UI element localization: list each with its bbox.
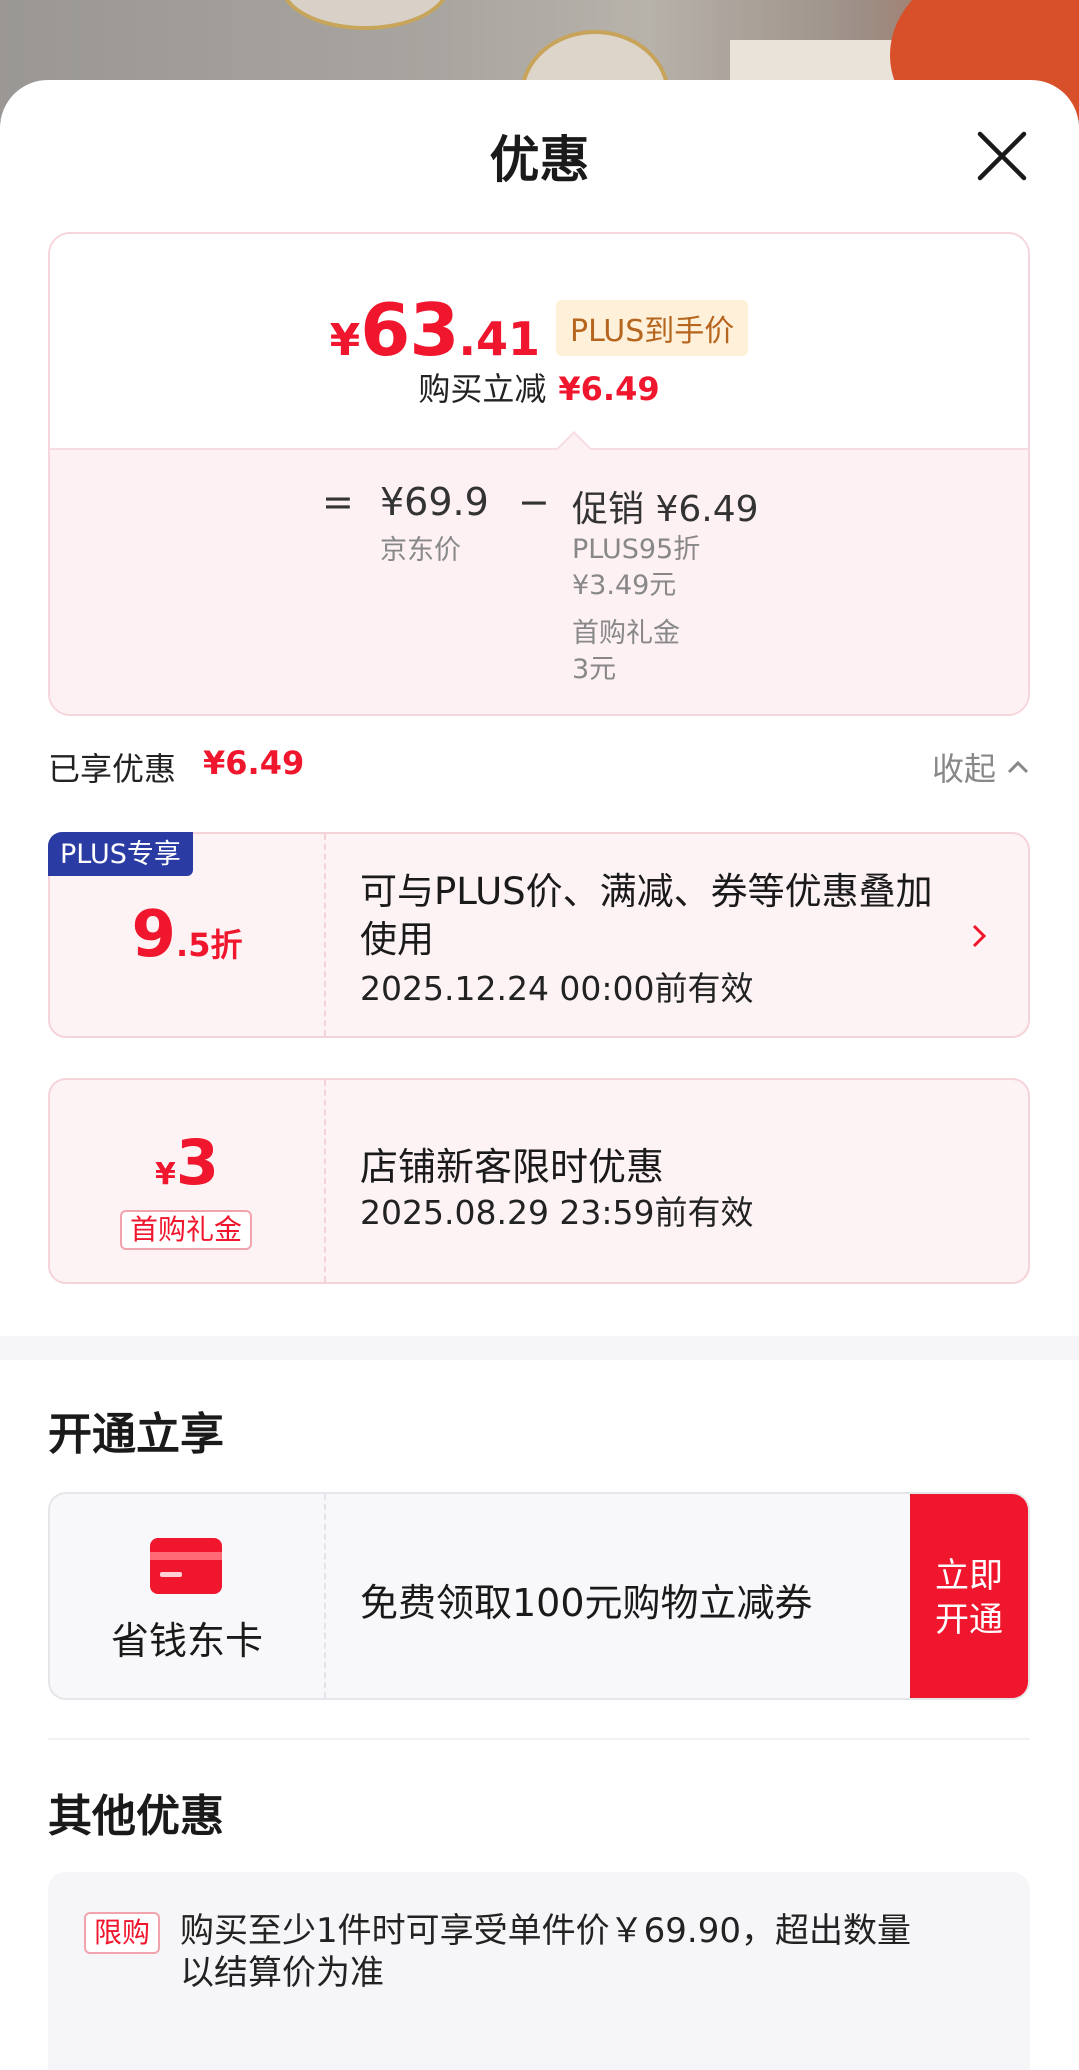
first-purchase-coupon: ¥3 首购礼金 店铺新客限时优惠 2025.08.29 23:59前有效 — [48, 1078, 1030, 1284]
plus-exclusive-tag: PLUS专享 — [48, 832, 193, 876]
promo-item-name: 首购礼金 — [572, 618, 680, 649]
collapse-button[interactable]: 收起 — [932, 744, 1030, 790]
promo-item-amount: 3元 — [572, 654, 617, 685]
promo-item-name: PLUS95折 — [572, 534, 701, 565]
section-divider — [0, 1336, 1079, 1360]
coupon-amount: ¥3 — [154, 1126, 219, 1199]
minus-sign: − — [518, 480, 550, 524]
card-name: 省钱东卡 — [110, 1619, 263, 1663]
coupon-title: 可与PLUS价、满减、券等优惠叠加使用 — [360, 870, 933, 961]
discount-value: 9.5折 — [131, 898, 243, 972]
membership-card-offer: 省钱东卡 免费领取100元购物立减券 立即 开通 — [48, 1492, 1030, 1700]
open-now-button[interactable]: 立即 开通 — [910, 1494, 1028, 1698]
coupon-expiry: 2025.12.24 00:00前有效 — [360, 969, 754, 1008]
card-icon — [150, 1538, 222, 1594]
chevron-up-icon — [1007, 760, 1029, 774]
promo-breakdown: 促销 ¥6.49 PLUS95折 ¥3.49元 首购礼金 3元 — [572, 480, 759, 688]
equals-sign: = — [322, 480, 354, 524]
card-description: 免费领取100元购物立减券 — [360, 1581, 813, 1625]
sheet-title: 优惠 — [489, 131, 590, 189]
coupon-title: 店铺新客限时优惠 — [360, 1145, 665, 1189]
limit-description: 购买至少1件时可享受单件价￥69.90，超出数量以结算价为准 — [180, 1911, 911, 1993]
purchase-reduction: 购买立减 ¥6.49 — [418, 370, 660, 408]
jd-price: ¥69.9 京东价 — [380, 480, 489, 566]
enjoyed-amount: ¥6.49 — [203, 744, 305, 782]
coupon-expiry: 2025.08.29 23:59前有效 — [360, 1193, 754, 1232]
promo-item-amount: ¥3.49元 — [572, 570, 677, 601]
final-price: ¥63.41 — [329, 288, 540, 372]
enjoyed-discount-row: 已享优惠 ¥6.49 收起 — [48, 744, 1030, 790]
limit-tag: 限购 — [84, 1912, 161, 1954]
other-section-title: 其他优惠 — [48, 1791, 224, 1842]
plus-price-badge: PLUS到手价 — [556, 300, 749, 356]
open-section-title: 开通立享 — [48, 1409, 224, 1460]
chevron-right-icon[interactable] — [968, 918, 992, 954]
price-summary-card: ¥63.41 PLUS到手价 购买立减 ¥6.49 = ¥69.9 京东价 − 促… — [48, 232, 1030, 716]
plus-discount-coupon[interactable]: PLUS专享 9.5折 可与PLUS价、满减、券等优惠叠加使用 2025.12.… — [48, 832, 1030, 1038]
divider — [48, 1738, 1030, 1740]
discount-sheet: 优惠 ¥63.41 PLUS到手价 购买立减 ¥6.49 = ¥69.9 京东价 … — [0, 80, 1079, 2070]
enjoyed-label: 已享优惠 — [48, 750, 177, 788]
first-purchase-tag: 首购礼金 — [120, 1210, 253, 1250]
other-offers-box: 限购 购买至少1件时可享受单件价￥69.90，超出数量以结算价为准 — [48, 1872, 1030, 2070]
close-icon[interactable] — [972, 126, 1032, 186]
price-breakdown: = ¥69.9 京东价 − 促销 ¥6.49 PLUS95折 ¥3.49元 首购… — [50, 431, 1028, 714]
